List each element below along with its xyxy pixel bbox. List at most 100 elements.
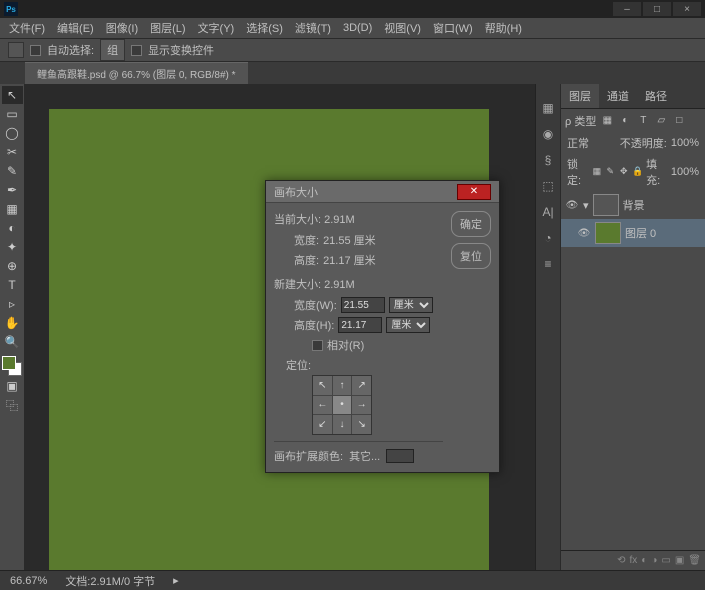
mask-icon[interactable]: ◐ xyxy=(641,555,647,566)
lock-transparent-icon[interactable]: ▦ xyxy=(592,166,602,178)
fill-value[interactable]: 100% xyxy=(671,166,699,178)
foreground-color-icon[interactable] xyxy=(2,356,16,370)
adjustments-icon[interactable]: ◔ xyxy=(539,229,557,247)
menu-view[interactable]: 视图(V) xyxy=(379,18,426,38)
visibility-icon[interactable]: 👁 xyxy=(577,228,591,239)
info-chevron-icon[interactable]: ▸ xyxy=(173,574,179,587)
layer-row[interactable]: 👁 图层 0 xyxy=(561,219,705,247)
type-tool[interactable]: T xyxy=(2,276,23,294)
eyedropper-tool[interactable]: ✎ xyxy=(2,162,23,180)
menu-filter[interactable]: 滤镜(T) xyxy=(290,18,336,38)
canvas-size-dialog: 画布大小 ✕ 当前大小: 2.91M 宽度:21.55 厘米 高度:21.17 … xyxy=(265,180,500,473)
move-tool-preset-icon[interactable] xyxy=(8,42,24,58)
healing-tool[interactable]: ⊕ xyxy=(2,257,23,275)
menu-select[interactable]: 选择(S) xyxy=(241,18,288,38)
color-swatch[interactable] xyxy=(2,356,22,376)
group-expand-icon[interactable]: ▾ xyxy=(583,199,589,212)
dialog-close-button[interactable]: ✕ xyxy=(457,184,491,200)
swatches-icon[interactable]: ⬚ xyxy=(539,177,557,195)
menu-help[interactable]: 帮助(H) xyxy=(480,18,527,38)
ext-color-swatch[interactable] xyxy=(386,449,414,463)
filter-shape-icon[interactable]: ▱ xyxy=(654,115,668,127)
properties-icon[interactable]: ≡ xyxy=(539,255,557,273)
reset-button[interactable]: 复位 xyxy=(451,243,491,269)
anchor-sw[interactable]: ↙ xyxy=(313,415,332,434)
anchor-s[interactable]: ↓ xyxy=(333,415,352,434)
color-icon[interactable]: ◉ xyxy=(539,125,557,143)
menu-window[interactable]: 窗口(W) xyxy=(428,18,478,38)
menu-file[interactable]: 文件(F) xyxy=(4,18,50,38)
anchor-c[interactable]: • xyxy=(333,396,352,415)
lasso-tool[interactable]: ◯ xyxy=(2,124,23,142)
new-layer-icon[interactable]: ▣ xyxy=(675,555,684,566)
marquee-tool[interactable]: ▭ xyxy=(2,105,23,123)
visibility-icon[interactable]: 👁 xyxy=(565,200,579,211)
menu-edit[interactable]: 编辑(E) xyxy=(52,18,99,38)
path-tool[interactable]: ▹ xyxy=(2,295,23,313)
anchor-w[interactable]: ← xyxy=(313,396,332,415)
anchor-ne[interactable]: ↗ xyxy=(352,376,371,395)
minimize-button[interactable]: – xyxy=(613,2,641,16)
screenmode-tool[interactable]: ⿻ xyxy=(2,396,23,414)
hand-tool[interactable]: ✋ xyxy=(2,314,23,332)
height-unit-select[interactable]: 厘米 xyxy=(386,317,430,333)
zoom-value[interactable]: 66.67% xyxy=(10,575,47,587)
layer-name[interactable]: 图层 0 xyxy=(625,225,656,241)
anchor-n[interactable]: ↑ xyxy=(333,376,352,395)
new-width-input[interactable] xyxy=(341,297,385,313)
history-icon[interactable]: ▦ xyxy=(539,99,557,117)
lock-position-icon[interactable]: ✥ xyxy=(619,166,629,178)
menu-type[interactable]: 文字(Y) xyxy=(193,18,240,38)
width-unit-select[interactable]: 厘米 xyxy=(389,297,433,313)
fx-icon[interactable]: fx xyxy=(630,555,638,566)
menu-layer[interactable]: 图层(L) xyxy=(145,18,190,38)
tab-channels[interactable]: 通道 xyxy=(599,84,637,108)
show-transform-checkbox[interactable] xyxy=(131,45,142,56)
menu-image[interactable]: 图像(I) xyxy=(101,18,143,38)
dialog-titlebar[interactable]: 画布大小 ✕ xyxy=(266,181,499,203)
link-icon[interactable]: ⟲ xyxy=(617,555,625,566)
layer-group-row[interactable]: 👁 ▾ 背景 xyxy=(561,191,705,219)
filter-pixel-icon[interactable]: ▦ xyxy=(600,115,614,127)
crop-tool[interactable]: ✂ xyxy=(2,143,23,161)
opacity-value[interactable]: 100% xyxy=(671,137,699,149)
ok-button[interactable]: 确定 xyxy=(451,211,491,237)
document-tab[interactable]: 鲤鱼高跟鞋.psd @ 66.7% (图层 0, RGB/8#) * xyxy=(25,62,248,84)
filter-kind-label[interactable]: ρ 类型 xyxy=(565,113,596,129)
anchor-grid[interactable]: ↖↑↗ ←•→ ↙↓↘ xyxy=(312,375,372,435)
paragraph-icon[interactable]: A| xyxy=(539,203,557,221)
layer-thumbnail xyxy=(595,222,621,244)
lock-all-icon[interactable]: 🔒 xyxy=(632,166,643,178)
group-icon[interactable]: ▭ xyxy=(661,555,670,566)
brush-tool[interactable]: ✒ xyxy=(2,181,23,199)
filter-adjust-icon[interactable]: ◐ xyxy=(618,115,632,127)
relative-checkbox[interactable] xyxy=(312,340,323,351)
auto-select-target[interactable]: 组 xyxy=(100,39,125,61)
anchor-se[interactable]: ↘ xyxy=(352,415,371,434)
filter-type-icon[interactable]: T xyxy=(636,115,650,127)
group-name[interactable]: 背景 xyxy=(623,197,645,213)
quickmask-tool[interactable]: ▣ xyxy=(2,377,23,395)
ext-color-select[interactable]: 其它... xyxy=(349,448,380,464)
trash-icon[interactable]: 🗑 xyxy=(688,555,701,566)
filter-smart-icon[interactable]: □ xyxy=(672,115,686,127)
doc-info[interactable]: 文档:2.91M/0 字节 xyxy=(65,573,155,589)
lock-pixels-icon[interactable]: ✎ xyxy=(605,166,615,178)
move-tool[interactable]: ↖ xyxy=(2,86,23,104)
new-height-input[interactable] xyxy=(338,317,382,333)
tab-paths[interactable]: 路径 xyxy=(637,84,675,108)
zoom-tool[interactable]: 🔍 xyxy=(2,333,23,351)
character-icon[interactable]: § xyxy=(539,151,557,169)
blend-mode-select[interactable]: 正常 xyxy=(567,135,589,151)
maximize-button[interactable]: □ xyxy=(643,2,671,16)
tab-layers[interactable]: 图层 xyxy=(561,84,599,108)
anchor-nw[interactable]: ↖ xyxy=(313,376,332,395)
anchor-e[interactable]: → xyxy=(352,396,371,415)
pen-tool[interactable]: ✦ xyxy=(2,238,23,256)
menu-3d[interactable]: 3D(D) xyxy=(338,20,377,36)
adjustment-icon[interactable]: ◑ xyxy=(651,555,657,566)
stamp-tool[interactable]: ▦ xyxy=(2,200,23,218)
gradient-tool[interactable]: ◐ xyxy=(2,219,23,237)
auto-select-checkbox[interactable] xyxy=(30,45,41,56)
close-button[interactable]: × xyxy=(673,2,701,16)
